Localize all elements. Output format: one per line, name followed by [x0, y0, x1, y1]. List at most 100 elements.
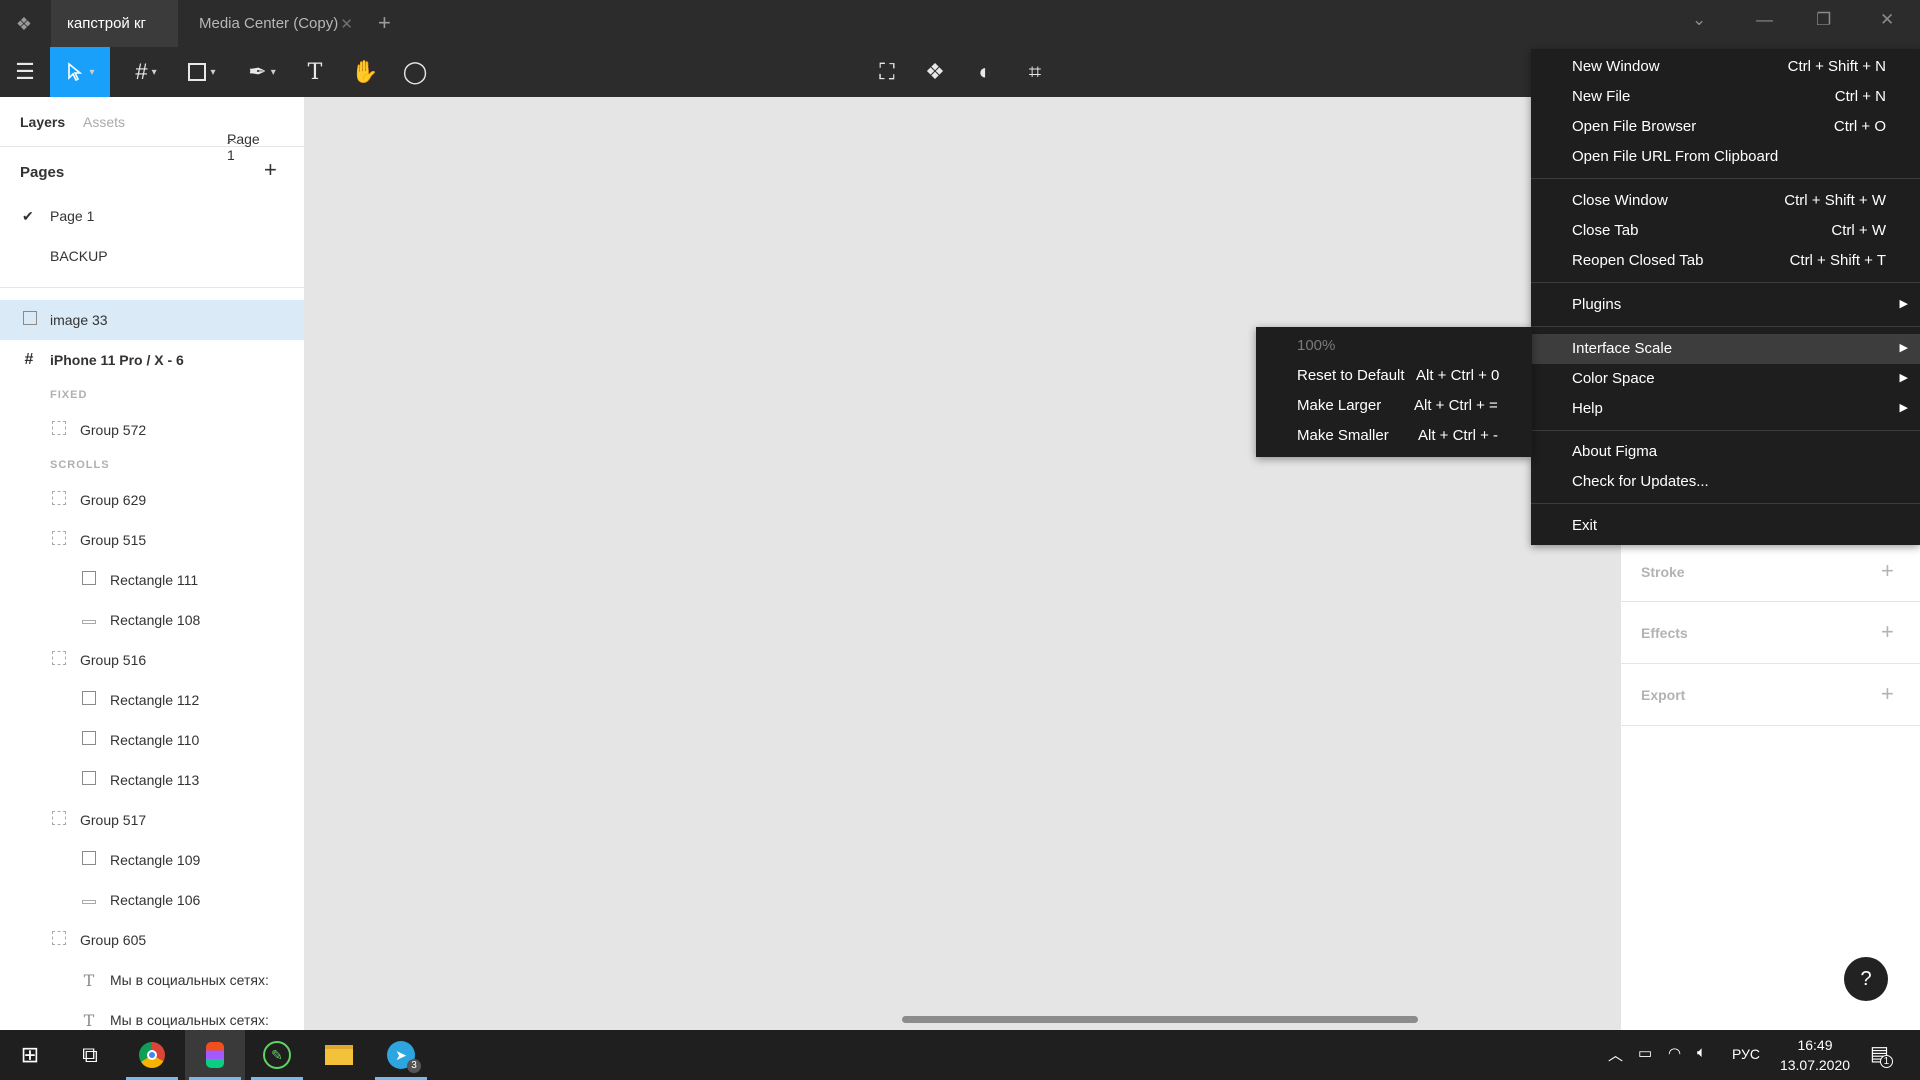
layer-row[interactable]: Rectangle 112	[0, 680, 304, 720]
section-header-fixed: FIXED	[0, 380, 304, 410]
layer-row[interactable]: Group 629	[0, 480, 304, 520]
figma-logo-icon[interactable]: ❖	[10, 10, 38, 38]
menu-item-open-file-browser[interactable]: Open File Browser Ctrl + O	[1531, 112, 1920, 142]
layer-row[interactable]: Rectangle 108	[0, 600, 304, 640]
menu-shortcut: Ctrl + W	[1831, 222, 1886, 239]
close-tab-icon[interactable]: ✕	[340, 15, 353, 33]
pen-tool[interactable]: ✒ ▾	[240, 47, 284, 97]
add-effect-plus-icon[interactable]: +	[1881, 619, 1894, 645]
submenu-arrow-icon: ▶	[1899, 372, 1908, 384]
comment-tool[interactable]: ◯	[398, 47, 432, 97]
menu-label: New Window	[1572, 58, 1660, 75]
chevron-down-icon: ▾	[210, 66, 216, 78]
menu-shortcut: Ctrl + Shift + N	[1787, 58, 1886, 75]
layer-label: Мы в социальных сетях:	[110, 1012, 269, 1028]
layer-row[interactable]: Group 605	[0, 920, 304, 960]
menu-item-about-figma[interactable]: About Figma	[1531, 437, 1920, 467]
chrome-icon[interactable]	[122, 1030, 182, 1080]
menu-item-new-window[interactable]: New Window Ctrl + Shift + N	[1531, 52, 1920, 82]
submenu-item-make-smaller[interactable]: Make Smaller Alt + Ctrl + -	[1256, 421, 1532, 451]
menu-item-interface-scale[interactable]: Interface Scale ▶	[1531, 334, 1920, 364]
layer-row[interactable]: image 33	[0, 300, 304, 340]
clock[interactable]: 16:49 13.07.2020	[1770, 1035, 1860, 1075]
wifi-icon[interactable]: ◠	[1668, 1044, 1681, 1062]
layer-label: Rectangle 113	[110, 772, 200, 788]
component-tool[interactable]: ❖	[918, 47, 952, 97]
menu-item-new-file[interactable]: New File Ctrl + N	[1531, 82, 1920, 112]
language-indicator[interactable]: РУС	[1732, 1046, 1760, 1062]
add-page-plus-icon[interactable]: +	[264, 157, 277, 183]
help-button[interactable]: ?	[1844, 957, 1888, 1001]
layer-row[interactable]: Rectangle 113	[0, 760, 304, 800]
rectangle-icon	[188, 63, 207, 81]
hand-tool[interactable]: ✋	[348, 47, 382, 97]
minimize-icon[interactable]: —	[1756, 10, 1773, 30]
figma-taskbar-icon[interactable]	[185, 1030, 245, 1080]
menu-item-reopen-closed-tab[interactable]: Reopen Closed Tab Ctrl + Shift + T	[1531, 246, 1920, 276]
tab-media-center-copy[interactable]: Media Center (Copy) ✕	[183, 0, 363, 47]
layer-row[interactable]: Group 572	[0, 410, 304, 450]
add-stroke-plus-icon[interactable]: +	[1881, 558, 1894, 584]
group-icon	[50, 491, 68, 509]
layer-row[interactable]: Rectangle 110	[0, 720, 304, 760]
new-tab-plus-icon[interactable]: +	[378, 10, 391, 36]
battery-icon[interactable]: ▭	[1638, 1044, 1652, 1062]
telegram-icon[interactable]: ➤ 3	[371, 1030, 431, 1080]
frame-tool[interactable]: # ▾	[124, 47, 168, 97]
close-window-icon[interactable]: ✕	[1880, 10, 1894, 30]
submenu-label: Make Larger	[1297, 397, 1382, 414]
menu-item-plugins[interactable]: Plugins ▶	[1531, 290, 1920, 320]
layer-label: Rectangle 108	[110, 612, 201, 628]
horizontal-scrollbar[interactable]	[902, 1016, 1418, 1023]
menu-item-close-window[interactable]: Close Window Ctrl + Shift + W	[1531, 186, 1920, 216]
group-icon	[50, 421, 68, 439]
page-item-backup[interactable]: BACKUP	[0, 237, 304, 277]
layer-row[interactable]: T Мы в социальных сетях:	[0, 1000, 304, 1030]
windows-start-icon[interactable]: ⊞	[0, 1030, 60, 1080]
chevron-down-icon: ▾	[89, 66, 95, 78]
menu-item-color-space[interactable]: Color Space ▶	[1531, 364, 1920, 394]
move-tool[interactable]: ▾	[50, 47, 110, 97]
page-item-page-1[interactable]: ✔ Page 1	[0, 197, 304, 237]
layer-row[interactable]: Rectangle 106	[0, 880, 304, 920]
notifications-icon[interactable]: ▤ 1	[1870, 1041, 1893, 1068]
tab-kapstroy[interactable]: капстрой кг	[51, 0, 178, 47]
windows-taskbar: ⊞ ⧉ ✎ ➤ 3 ︿ ▭ ◠ 🔈︎ РУС 16:49 13.07.2020 …	[0, 1030, 1920, 1080]
canvas[interactable]	[305, 97, 1620, 1030]
edit-object-tool[interactable]: ⛶	[870, 47, 904, 97]
layer-row[interactable]: Group 516	[0, 640, 304, 680]
chevron-up-icon[interactable]: ︿	[1608, 1044, 1623, 1065]
layer-label: Rectangle 106	[110, 892, 201, 908]
help-question-icon: ?	[1860, 968, 1872, 990]
layer-row[interactable]: T Мы в социальных сетях:	[0, 960, 304, 1000]
submenu-item-make-larger[interactable]: Make Larger Alt + Ctrl + =	[1256, 391, 1532, 421]
menu-item-help[interactable]: Help ▶	[1531, 394, 1920, 424]
tab-layers[interactable]: Layers	[20, 114, 65, 130]
shape-tool[interactable]: ▾	[180, 47, 224, 97]
task-view-icon[interactable]: ⧉	[60, 1030, 120, 1080]
unread-badge: 3	[407, 1059, 421, 1073]
submenu-item-reset-default[interactable]: Reset to Default Alt + Ctrl + 0	[1256, 361, 1532, 391]
tab-assets[interactable]: Assets	[83, 114, 125, 130]
layer-row[interactable]: Rectangle 111	[0, 560, 304, 600]
mask-tool[interactable]: ◐	[968, 47, 1002, 97]
volume-icon[interactable]: 🔈︎	[1697, 1044, 1706, 1061]
hamburger-menu-icon[interactable]: ☰	[8, 47, 42, 97]
file-explorer-icon[interactable]	[309, 1030, 369, 1080]
layer-row[interactable]: Rectangle 109	[0, 840, 304, 880]
crop-tool[interactable]: ⌗	[1018, 47, 1052, 97]
layer-row[interactable]: # iPhone 11 Pro / X - 6	[0, 340, 304, 380]
menu-item-exit[interactable]: Exit	[1531, 511, 1920, 541]
menu-item-close-tab[interactable]: Close Tab Ctrl + W	[1531, 216, 1920, 246]
layer-row[interactable]: Group 517	[0, 800, 304, 840]
add-export-plus-icon[interactable]: +	[1881, 681, 1894, 707]
section-title: Export	[1641, 687, 1686, 703]
text-tool[interactable]: T	[300, 47, 330, 97]
comment-bubble-icon: ◯	[402, 59, 428, 84]
chevron-down-icon[interactable]: ⌄	[1692, 10, 1706, 30]
restore-icon[interactable]: ❐	[1816, 10, 1831, 30]
menu-item-open-file-url[interactable]: Open File URL From Clipboard	[1531, 142, 1920, 172]
pen-app-icon[interactable]: ✎	[247, 1030, 307, 1080]
menu-item-check-updates[interactable]: Check for Updates...	[1531, 467, 1920, 497]
layer-row[interactable]: Group 515	[0, 520, 304, 560]
